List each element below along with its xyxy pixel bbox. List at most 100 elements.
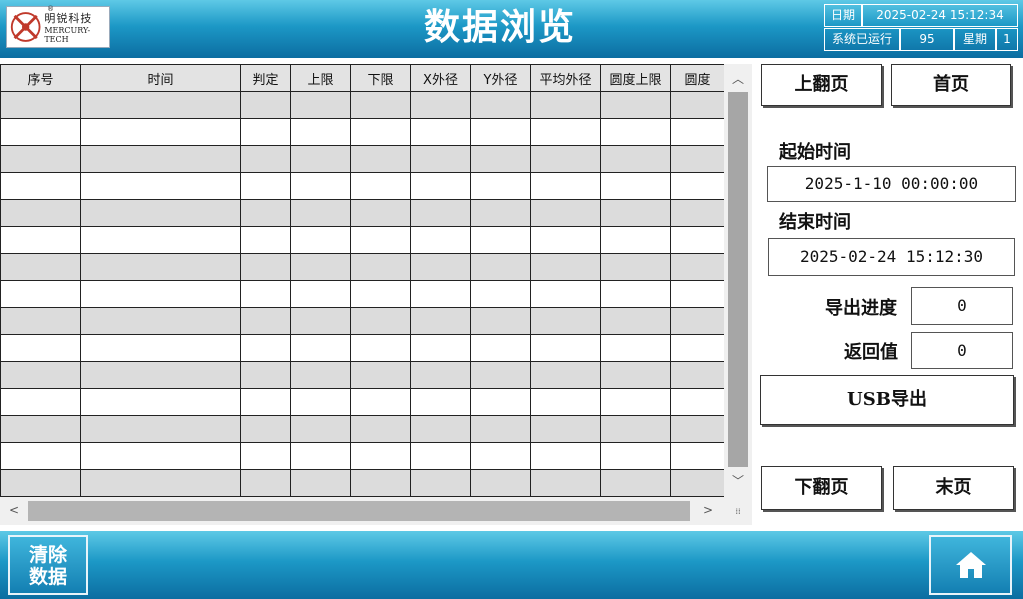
start-time-input[interactable]: 2025-1-10 00:00:00 <box>767 166 1016 202</box>
table-cell <box>240 145 291 173</box>
table-cell <box>470 361 531 389</box>
column-header[interactable]: 上限 <box>290 64 351 92</box>
table-cell <box>470 199 531 227</box>
clear-data-label-line1: 清除 <box>28 544 67 566</box>
export-progress-label: 导出进度 <box>825 298 897 319</box>
table-row[interactable] <box>0 226 724 254</box>
table-cell <box>0 334 81 362</box>
table-cell <box>670 118 724 146</box>
table-row[interactable] <box>0 415 724 443</box>
table-cell <box>410 172 471 200</box>
table-cell <box>670 388 724 416</box>
table-cell <box>290 334 351 362</box>
table-cell <box>240 118 291 146</box>
scroll-left-icon[interactable]: < <box>0 503 28 517</box>
table-cell <box>530 253 601 281</box>
week-value: 1 <box>996 28 1018 51</box>
column-header[interactable]: 平均外径 <box>530 64 601 92</box>
scroll-down-icon[interactable]: ﹀ <box>724 472 752 489</box>
table-cell <box>670 253 724 281</box>
table-row[interactable] <box>0 307 724 335</box>
horizontal-scroll-thumb[interactable] <box>28 501 690 521</box>
table-cell <box>290 469 351 497</box>
table-row[interactable] <box>0 199 724 227</box>
table-cell <box>410 226 471 254</box>
column-header[interactable]: 圆度上限 <box>600 64 671 92</box>
table-row[interactable] <box>0 91 724 119</box>
table-row[interactable] <box>0 469 724 497</box>
clear-data-button[interactable]: 清除 数据 <box>8 535 88 595</box>
column-header[interactable]: 时间 <box>80 64 241 92</box>
end-time-input[interactable]: 2025-02-24 15:12:30 <box>768 238 1015 276</box>
scroll-right-icon[interactable]: > <box>694 503 722 517</box>
table-cell <box>240 361 291 389</box>
table-cell <box>240 91 291 119</box>
company-logo: 明锐科技 MERCURY-TECH ® <box>6 5 110 48</box>
horizontal-scrollbar[interactable]: < > ⁞⁞ <box>0 497 752 525</box>
table-cell <box>410 145 471 173</box>
table-cell <box>670 145 724 173</box>
column-header[interactable]: 下限 <box>350 64 411 92</box>
table-cell <box>600 226 671 254</box>
vertical-scroll-thumb[interactable] <box>728 92 748 467</box>
table-row[interactable] <box>0 253 724 281</box>
table-cell <box>240 172 291 200</box>
prev-page-button[interactable]: 上翻页 <box>761 64 882 106</box>
table-cell <box>0 226 81 254</box>
page-title: 数据浏览 <box>423 6 576 48</box>
registered-mark: ® <box>47 5 54 13</box>
home-button[interactable] <box>929 535 1012 595</box>
column-header[interactable]: Y外径 <box>470 64 531 92</box>
table-cell <box>0 145 81 173</box>
table-row[interactable] <box>0 334 724 362</box>
table-cell <box>670 415 724 443</box>
next-page-button[interactable]: 下翻页 <box>761 466 882 510</box>
table-cell <box>670 469 724 497</box>
table-cell <box>290 226 351 254</box>
table-cell <box>470 145 531 173</box>
table-cell <box>290 253 351 281</box>
last-page-button[interactable]: 末页 <box>893 466 1014 510</box>
usb-export-button[interactable]: USB导出 <box>760 375 1014 425</box>
table-cell <box>80 91 241 119</box>
data-table: 序号 时间 判定 上限 下限 X外径 Y外径 平均外径 圆度上限 圆度 <box>0 64 724 497</box>
table-cell <box>530 415 601 443</box>
column-header[interactable]: X外径 <box>410 64 471 92</box>
table-cell <box>410 307 471 335</box>
table-cell <box>350 253 411 281</box>
table-cell <box>80 334 241 362</box>
scroll-up-icon[interactable]: ︿ <box>724 70 752 87</box>
table-cell <box>600 280 671 308</box>
table-cell <box>600 91 671 119</box>
table-cell <box>670 226 724 254</box>
table-row[interactable] <box>0 118 724 146</box>
vertical-scrollbar[interactable]: ︿ ﹀ <box>724 64 752 497</box>
column-header[interactable]: 序号 <box>0 64 81 92</box>
first-page-button[interactable]: 首页 <box>891 64 1011 106</box>
table-cell <box>0 253 81 281</box>
table-row[interactable] <box>0 172 724 200</box>
table-row[interactable] <box>0 388 724 416</box>
table-cell <box>530 199 601 227</box>
table-cell <box>410 118 471 146</box>
table-cell <box>350 307 411 335</box>
table-cell <box>530 172 601 200</box>
table-row[interactable] <box>0 145 724 173</box>
date-label: 日期 <box>824 4 862 27</box>
table-cell <box>530 145 601 173</box>
table-cell <box>530 118 601 146</box>
table-cell <box>80 145 241 173</box>
table-row[interactable] <box>0 361 724 389</box>
column-header[interactable]: 判定 <box>240 64 291 92</box>
table-cell <box>240 334 291 362</box>
table-cell <box>350 334 411 362</box>
week-label: 星期 <box>954 28 996 51</box>
table-cell <box>290 415 351 443</box>
column-header[interactable]: 圆度 <box>670 64 724 92</box>
table-cell <box>240 280 291 308</box>
table-cell <box>670 172 724 200</box>
table-cell <box>470 118 531 146</box>
table-row[interactable] <box>0 280 724 308</box>
data-table-container: 序号 时间 判定 上限 下限 X外径 Y外径 平均外径 圆度上限 圆度 <box>0 64 724 497</box>
table-row[interactable] <box>0 442 724 470</box>
